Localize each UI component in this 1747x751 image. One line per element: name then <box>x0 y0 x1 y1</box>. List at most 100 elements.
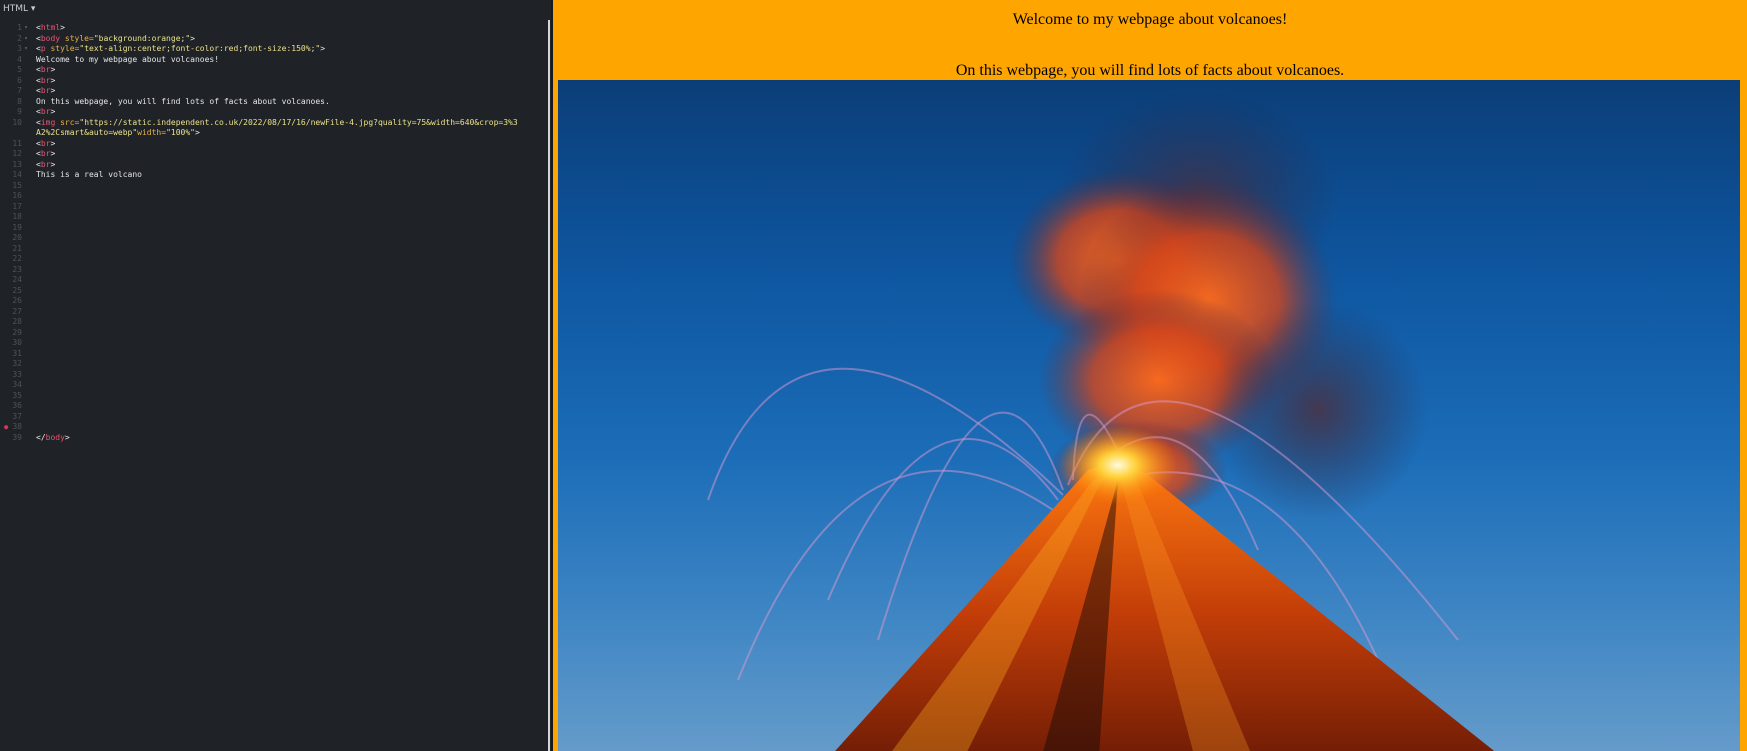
code-editor-pane[interactable]: HTML ▾ 1 ▾ 2 ▾ 3 ▾ 4 5 6 7 8 9 10 11 12 13 14 15 16 17 18 19 2… <box>0 0 551 751</box>
language-mode-dropdown[interactable]: HTML ▾ <box>0 0 551 18</box>
line-number-text: 14 <box>12 170 22 179</box>
code-line[interactable] <box>36 370 541 381</box>
code-line[interactable]: <br> <box>36 149 541 160</box>
line-number-text: 6 <box>17 75 22 85</box>
line-number: 4 <box>0 55 30 66</box>
code-line[interactable] <box>36 181 541 192</box>
line-number: 31 <box>0 349 30 360</box>
code-line[interactable] <box>36 275 541 286</box>
code-token: > <box>50 107 56 116</box>
code-token: "text-align:center;font-color:red;font-s… <box>79 44 321 53</box>
line-number-text: 7 <box>17 86 22 95</box>
fold-arrow-icon[interactable]: ▾ <box>22 44 30 55</box>
code-line[interactable] <box>36 296 541 307</box>
line-number-text: 35 <box>12 390 22 400</box>
line-number-text: 24 <box>12 275 22 284</box>
code-line[interactable] <box>36 244 541 255</box>
code-line[interactable] <box>36 391 541 402</box>
code-line[interactable] <box>36 349 541 360</box>
code-token: Welcome to my webpage about volcanoes! <box>36 54 220 64</box>
code-line[interactable]: <p style="text-align:center;font-color:r… <box>36 44 541 55</box>
code-line[interactable]: <br> <box>36 76 541 87</box>
code-line[interactable]: <body style="background:orange;"> <box>36 34 541 45</box>
code-line[interactable]: <br> <box>36 107 541 118</box>
code-line[interactable] <box>36 202 541 213</box>
fold-arrow-icon[interactable]: ▾ <box>22 34 30 45</box>
line-number-text: 13 <box>12 159 22 169</box>
code-line[interactable] <box>36 307 541 318</box>
code-line[interactable] <box>36 254 541 265</box>
code-line[interactable] <box>36 338 541 349</box>
code-token: > <box>190 33 195 43</box>
code-line[interactable]: <html> <box>36 23 541 34</box>
code-line[interactable]: <br> <box>36 139 541 150</box>
code-line[interactable]: <br> <box>36 65 541 76</box>
code-line[interactable] <box>36 212 541 223</box>
line-number: 5 <box>0 65 30 76</box>
code-line[interactable]: Welcome to my webpage about volcanoes! <box>36 55 541 66</box>
volcano-image <box>558 80 1740 751</box>
line-number: 19 <box>0 223 30 234</box>
code-token: style= <box>60 33 94 43</box>
code-line[interactable] <box>36 401 541 412</box>
code-line[interactable] <box>36 422 541 433</box>
code-line[interactable] <box>36 359 541 370</box>
line-number-text: 26 <box>12 296 22 305</box>
line-number-text: 22 <box>12 254 22 263</box>
code-line[interactable]: </body> <box>36 433 541 444</box>
code-line[interactable] <box>36 265 541 276</box>
code-line[interactable]: On this webpage, you will find lots of f… <box>36 97 541 108</box>
line-number: 25 <box>0 286 30 297</box>
code-token: This is a real volcano <box>36 170 142 179</box>
line-number-text: 38 <box>12 422 22 431</box>
code-token: "100%" <box>166 128 195 137</box>
code-line[interactable]: <img src="https://static.independent.co.… <box>36 118 541 129</box>
preview-pane: Welcome to my webpage about volcanoes! O… <box>553 0 1747 751</box>
line-number-text: 9 <box>17 107 22 116</box>
breakpoint-marker-icon[interactable]: ● <box>4 422 8 433</box>
code-token: html <box>40 23 61 32</box>
line-number-text: 31 <box>12 348 22 358</box>
code-token: src= <box>55 117 80 127</box>
code-line[interactable]: <br> <box>36 160 541 171</box>
code-token: style= <box>45 44 80 53</box>
line-number-text: 4 <box>17 54 22 64</box>
code-line[interactable] <box>36 412 541 423</box>
line-number-text: 10 <box>12 117 22 127</box>
line-number: 26 <box>0 296 30 307</box>
line-number: 6 <box>0 76 30 87</box>
line-number: 7 <box>0 86 30 97</box>
code-token: A2%2Csmart&auto=webp" <box>36 128 138 137</box>
line-number: 27 <box>0 307 30 318</box>
line-number: 3 ▾ <box>0 44 30 55</box>
code-token: body <box>45 432 65 442</box>
code-line[interactable] <box>36 223 541 234</box>
code-line[interactable] <box>36 328 541 339</box>
code-token: On this webpage, you will find lots of f… <box>36 96 330 106</box>
line-number-text: 2 <box>17 33 22 43</box>
line-number-text: 29 <box>12 327 22 337</box>
preview-heading: Welcome to my webpage about volcanoes! <box>1012 11 1288 28</box>
code-token: > <box>50 159 56 169</box>
preview-paragraph: On this webpage, you will find lots of f… <box>955 62 1345 79</box>
code-area[interactable]: <html> <body style="background:orange;"> <… <box>36 23 541 443</box>
line-number-text: 39 <box>12 432 22 442</box>
code-line[interactable] <box>36 286 541 297</box>
line-number-text: 20 <box>12 233 22 242</box>
code-line[interactable] <box>36 317 541 328</box>
fold-arrow-icon[interactable]: ▾ <box>22 23 30 34</box>
code-line[interactable]: A2%2Csmart&auto=webp"width="100%"> <box>36 128 541 139</box>
line-number: 21 <box>0 244 30 255</box>
code-line[interactable]: <br> <box>36 86 541 97</box>
code-line[interactable] <box>36 380 541 391</box>
line-number: 15 <box>0 181 30 192</box>
pane-resize-handle[interactable] <box>548 20 550 751</box>
code-token: > <box>320 44 326 53</box>
code-token: > <box>64 432 70 442</box>
line-number: 33 <box>0 370 30 381</box>
code-token: > <box>194 128 200 137</box>
code-line[interactable]: This is a real volcano <box>36 170 541 181</box>
code-line[interactable] <box>36 191 541 202</box>
code-line[interactable] <box>36 233 541 244</box>
code-token: "https://static.independent.co.uk/2022/0… <box>79 117 518 127</box>
